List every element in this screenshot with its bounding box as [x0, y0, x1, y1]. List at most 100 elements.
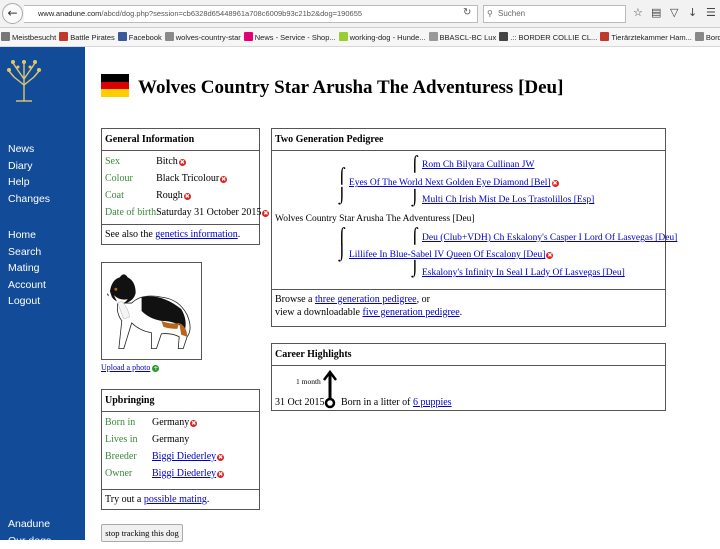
career-highlights-heading: Career Highlights — [272, 344, 665, 366]
page-title: Wolves Country Star Arusha The Adventure… — [138, 77, 563, 99]
bookmark-label: BBASCL-BC Lux — [440, 33, 497, 42]
five-generation-pedigree-link[interactable]: five generation pedigree — [362, 307, 459, 318]
upload-photo-row: Upload a photo+ — [101, 363, 159, 372]
edit-x-icon[interactable]: ✖ — [190, 420, 197, 427]
bookmark-item[interactable]: .:: BORDER COLLIE CL... — [498, 28, 599, 47]
bookmark-favicon-icon — [339, 32, 348, 41]
three-generation-pedigree-link[interactable]: three generation pedigree — [315, 294, 417, 305]
table-row: Lives inGermany — [102, 431, 224, 448]
row-value: Biggi Diederley✖ — [152, 448, 224, 465]
edit-x-icon[interactable]: ✖ — [546, 252, 553, 259]
row-key: Colour — [102, 170, 156, 187]
dam-sire-link[interactable]: Deu (Club+VDH) Ch Eskalony's Casper I Lo… — [422, 233, 677, 243]
sire-dam-link[interactable]: Multi Ch Irish Mist De Los Trastolillos … — [422, 195, 594, 205]
bookmark-label: .:: BORDER COLLIE CL... — [510, 33, 597, 42]
bookmark-label: Border Collie Epilepsy... — [706, 33, 720, 42]
pedigree-heading: Two Generation Pedigree — [272, 129, 665, 151]
bookmark-label: Facebook — [129, 33, 162, 42]
bookmark-item[interactable]: BBASCL-BC Lux — [428, 28, 499, 47]
dog-image — [102, 263, 201, 359]
breeder-link[interactable]: Biggi Diederley — [152, 451, 216, 462]
sidebar-item-account[interactable]: Account — [8, 277, 46, 294]
sidebar-item-news[interactable]: News — [8, 141, 50, 158]
sire-link[interactable]: Eyes Of The World Next Golden Eye Diamon… — [349, 178, 551, 188]
sidebar-item-search[interactable]: Search — [8, 244, 46, 261]
flag-stripe-red — [101, 82, 129, 90]
edit-x-icon[interactable]: ✖ — [262, 210, 269, 217]
edit-x-icon[interactable]: ✖ — [217, 471, 224, 478]
bookmark-label: Tierärztekammer Ham... — [611, 33, 692, 42]
colour-value: Black Tricolour — [156, 173, 219, 184]
upload-photo-link[interactable]: Upload a photo — [101, 363, 150, 372]
row-key: Owner — [102, 465, 152, 482]
bookmark-label: News - Service - Shop... — [255, 33, 336, 42]
sidebar-item-home[interactable]: Home — [8, 227, 46, 244]
possible-mating-link[interactable]: possible mating — [144, 494, 207, 505]
url-bar[interactable]: www.anadune.com/abcd/dog.php?session=cb6… — [24, 5, 478, 23]
table-row: Date of birthSaturday 31 October 2015✖ — [102, 204, 269, 221]
career-highlights-box: Career Highlights 1 month 31 Oct 2015 Bo… — [271, 343, 666, 411]
table-row: BreederBiggi Diederley✖ — [102, 448, 224, 465]
edit-x-icon[interactable]: ✖ — [220, 176, 227, 183]
bookmark-label: Meistbesucht — [12, 33, 56, 42]
row-value: Biggi Diederley✖ — [152, 465, 224, 482]
sidebar-item-help[interactable]: Help — [8, 174, 50, 191]
bookmark-favicon-icon — [695, 32, 704, 41]
litter-puppies-link[interactable]: 6 puppies — [413, 397, 452, 408]
reading-list-icon[interactable]: ▤ — [651, 6, 661, 20]
add-plus-icon[interactable]: + — [152, 365, 159, 372]
stop-tracking-button[interactable]: stop tracking this dog — [101, 524, 183, 542]
sire-sire-link[interactable]: Rom Ch Bilyara Cullinan JW — [422, 160, 534, 170]
sidebar-item-mating[interactable]: Mating — [8, 260, 46, 277]
bookmark-label: Battle Pirates — [70, 33, 115, 42]
bookmark-item[interactable]: Battle Pirates — [58, 28, 117, 47]
owner-link[interactable]: Biggi Diederley — [152, 468, 216, 479]
search-input[interactable]: ⚲ Suchen — [483, 5, 626, 23]
back-arrow-icon[interactable]: ← — [2, 3, 23, 24]
row-value: Bitch✖ — [156, 153, 269, 170]
reload-icon[interactable]: ↻ — [463, 7, 471, 18]
bookmark-favicon-icon — [165, 32, 174, 41]
genetics-information-link[interactable]: genetics information — [155, 229, 237, 240]
flag-stripe-gold — [101, 89, 129, 97]
bookmark-item[interactable]: Meistbesucht — [0, 28, 58, 47]
row-value: Rough✖ — [156, 187, 269, 204]
bookmark-item[interactable]: Tierärztekammer Ham... — [599, 28, 694, 47]
download-icon[interactable]: ↓ — [688, 6, 697, 20]
general-information-table: SexBitch✖ ColourBlack Tricolour✖ CoatRou… — [102, 153, 269, 221]
career-date: 31 Oct 2015 — [275, 397, 324, 408]
dam-dam-link[interactable]: Eskalony's Infinity In Seal I Lady Of La… — [422, 268, 625, 278]
footer-suffix: . — [238, 229, 241, 240]
dam-row: Lillifee In Blue-Sabel IV Queen Of Escal… — [349, 250, 553, 260]
sidebar-item-logout[interactable]: Logout — [8, 293, 46, 310]
edit-x-icon[interactable]: ✖ — [552, 180, 559, 187]
sidebar-item-diary[interactable]: Diary — [8, 158, 50, 175]
footer-suffix: . — [460, 307, 463, 318]
edit-x-icon[interactable]: ✖ — [184, 193, 191, 200]
footer-text: Try out a — [105, 494, 144, 505]
dog-photo[interactable] — [101, 262, 202, 360]
pedigree-footer-line1: Browse a three generation pedigree, or — [275, 293, 662, 306]
bookmark-item[interactable]: working-dog - Hunde... — [338, 28, 428, 47]
table-row: CoatRough✖ — [102, 187, 269, 204]
star-icon[interactable]: ☆ — [633, 6, 643, 20]
tree-logo-icon[interactable] — [4, 55, 44, 103]
sidebar-item-changes[interactable]: Changes — [8, 191, 50, 208]
search-placeholder: Suchen — [498, 9, 525, 18]
subject-dog-name: Wolves Country Star Arusha The Adventure… — [275, 214, 475, 224]
upbringing-heading: Upbringing — [102, 390, 259, 412]
dam-link[interactable]: Lillifee In Blue-Sabel IV Queen Of Escal… — [349, 250, 545, 260]
edit-x-icon[interactable]: ✖ — [217, 454, 224, 461]
menu-icon[interactable]: ☰ — [706, 6, 716, 20]
row-value: Germany — [152, 431, 224, 448]
bookmark-item[interactable]: wolves-country-star — [164, 28, 243, 47]
sidebar-item-our-dogs[interactable]: Our dogs — [8, 533, 51, 549]
sidebar-item-anadune[interactable]: Anadune — [8, 516, 51, 533]
bookmark-item[interactable]: News - Service - Shop... — [243, 28, 338, 47]
bookmark-item[interactable]: Border Collie Epilepsy... — [694, 28, 720, 47]
sidebar-group-primary: NewsDiaryHelpChanges — [8, 141, 50, 207]
pedigree-footer-line2: view a downloadable five generation pedi… — [275, 306, 662, 319]
pocket-icon[interactable]: ▽ — [670, 6, 678, 20]
edit-x-icon[interactable]: ✖ — [179, 159, 186, 166]
bookmark-item[interactable]: Facebook — [117, 28, 164, 47]
